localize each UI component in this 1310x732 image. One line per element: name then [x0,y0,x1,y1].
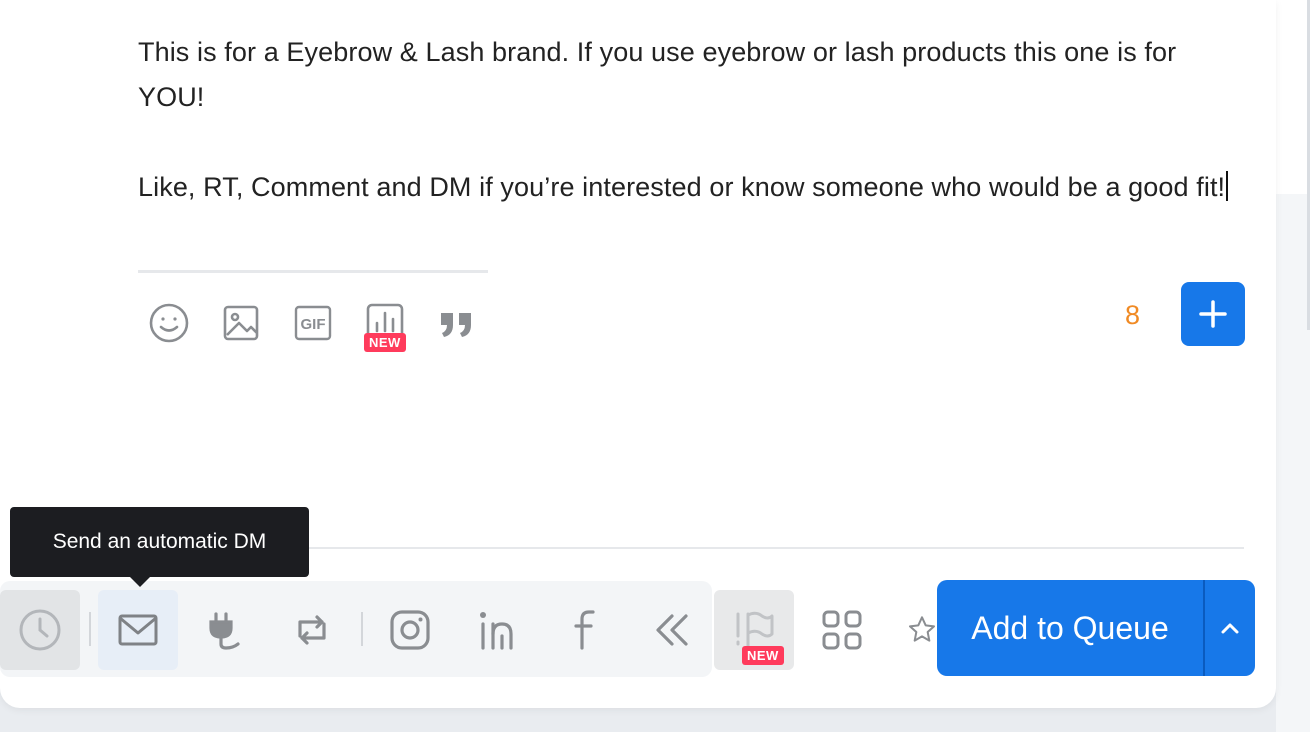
auto-dm-tooltip: Send an automatic DM [10,507,309,577]
editor-divider [138,270,488,273]
facebook-icon [574,610,595,650]
right-panel-upper [1276,0,1310,194]
character-count: 8 [1125,300,1141,330]
add-to-queue-button[interactable]: Add to Queue [937,580,1255,676]
post-text-editor[interactable]: This is for a Eyebrow & Lash brand. If y… [138,30,1248,210]
linkedin-icon [480,612,513,650]
retweet-button[interactable] [272,590,352,670]
tooltip-arrow [130,577,150,587]
add-to-queue-label: Add to Queue [971,609,1169,646]
queue-options-toggle[interactable] [1205,580,1255,676]
poll-new-badge: NEW [364,333,406,352]
gif-icon: GIF [294,305,332,341]
text-caret [1226,171,1229,201]
add-tweet-button[interactable] [1181,282,1245,346]
facebook-button[interactable] [546,590,626,670]
post-paragraph-2-text: Like, RT, Comment and DM if you’re inter… [138,172,1226,202]
svg-text:GIF: GIF [301,316,326,333]
plug-button[interactable] [184,590,264,670]
favorite-button[interactable] [898,590,938,670]
image-icon [223,305,259,341]
instagram-icon [390,610,430,650]
post-paragraph-1: This is for a Eyebrow & Lash brand. If y… [138,37,1177,112]
separator [89,612,91,646]
plug-icon [209,612,240,650]
instagram-button[interactable] [370,590,450,670]
emoji-icon [149,303,189,343]
emoji-button[interactable] [146,300,192,346]
quote-button[interactable] [434,300,480,346]
chevrons-left-icon [656,614,688,646]
flag-new-badge: NEW [742,646,784,665]
image-button[interactable] [218,300,264,346]
quote-icon [441,313,471,337]
bottom-divider [300,547,1244,549]
retweet-icon [298,615,326,645]
mail-icon [118,614,158,646]
schedule-button[interactable] [0,590,80,670]
star-icon [909,616,935,642]
grid-icon [822,610,862,650]
clock-icon [19,609,61,651]
gif-button[interactable]: GIF [290,300,336,346]
plus-icon [1199,300,1227,328]
separator [361,612,363,646]
chevron-up-icon [1221,623,1239,634]
linkedin-button[interactable] [458,590,538,670]
auto-dm-button[interactable] [98,590,178,670]
collapse-options-button[interactable] [632,590,712,670]
post-paragraph-2: Like, RT, Comment and DM if you’re inter… [138,165,1248,210]
right-panel-edge [1276,0,1310,732]
apps-button[interactable] [802,590,882,670]
